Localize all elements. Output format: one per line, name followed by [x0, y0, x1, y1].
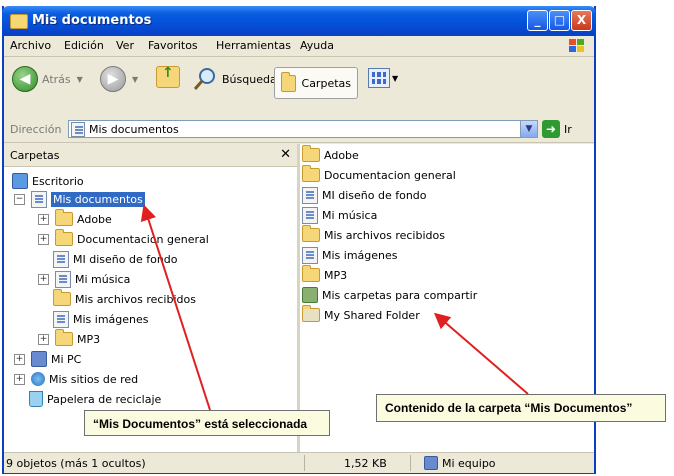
arrow-to-contents — [433, 312, 529, 395]
annotation-arrows — [140, 204, 529, 411]
arrow-to-selected-folder — [140, 204, 211, 411]
